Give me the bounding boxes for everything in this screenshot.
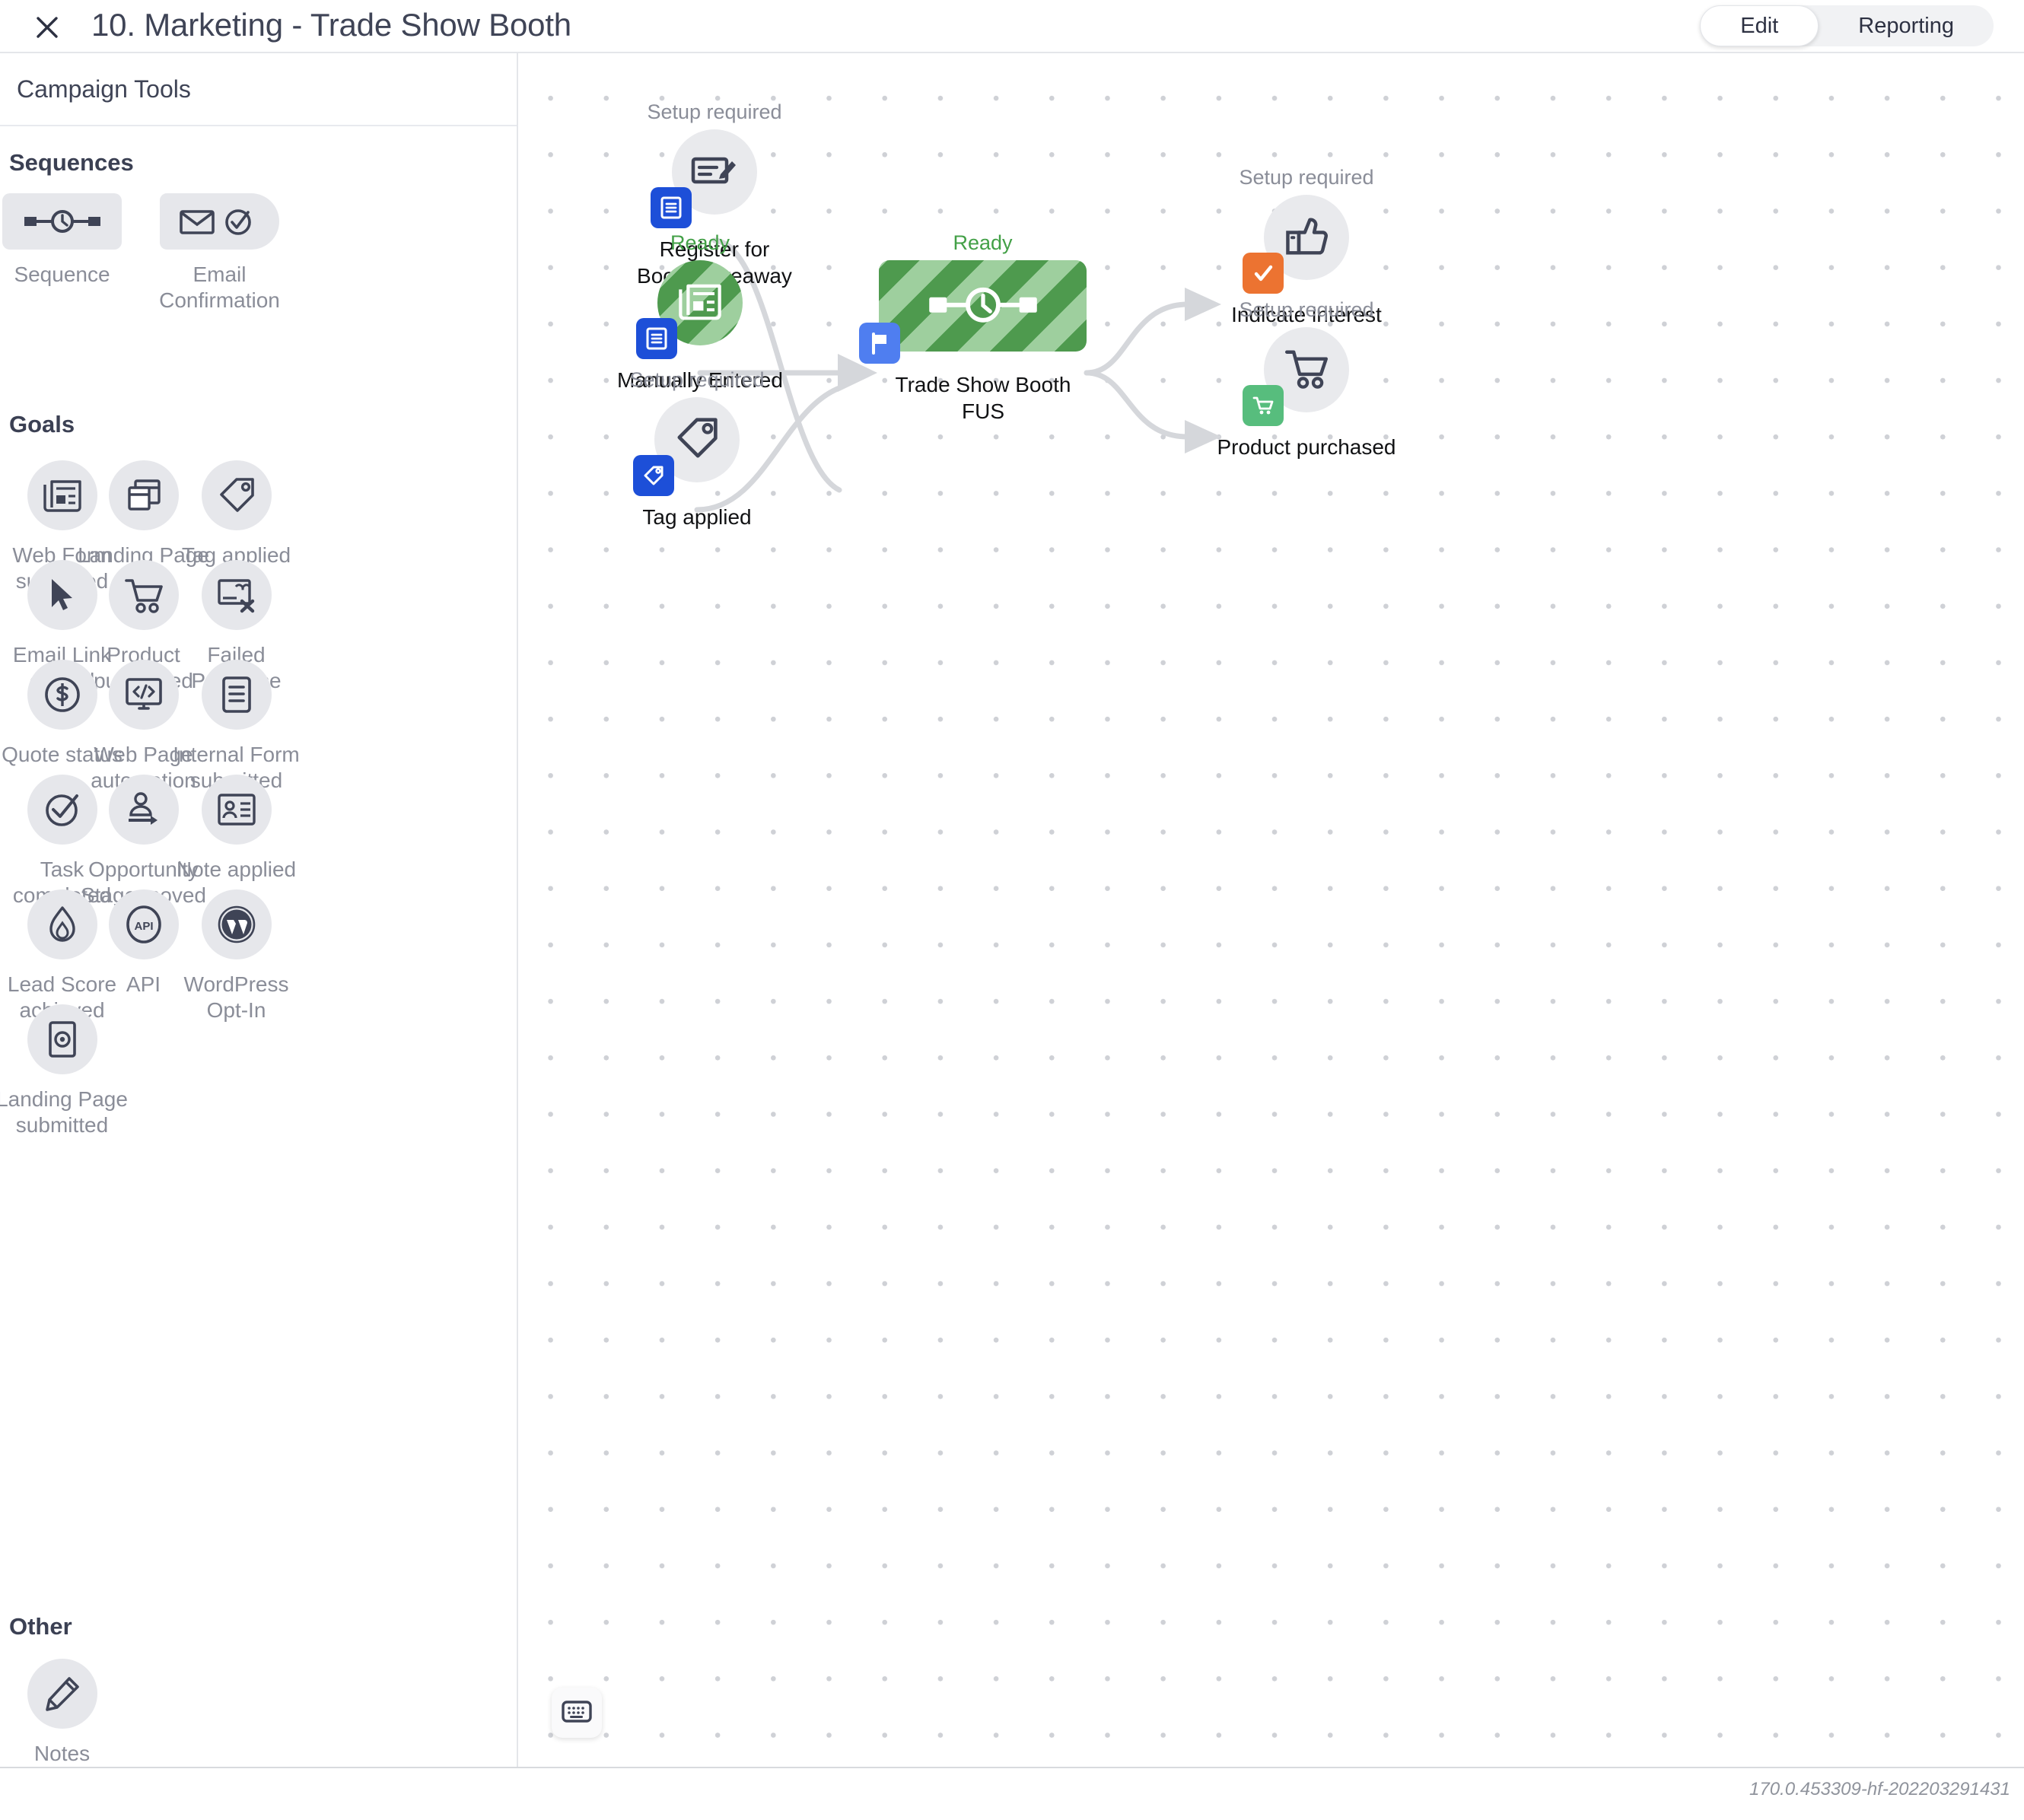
view-mode-toggle: Edit Reporting: [1700, 5, 1994, 46]
node-status: Ready: [953, 231, 1013, 254]
node-register-booth-giveaway[interactable]: Setup required Register for Booth Giveaw…: [629, 100, 800, 288]
sidebar-title-bar: Campaign Tools: [0, 53, 517, 126]
campaign-canvas[interactable]: Setup required Register for Booth Giveaw…: [520, 53, 2024, 1767]
node-shape[interactable]: [633, 397, 740, 496]
node-product-purchased[interactable]: Setup required Product purchased: [1217, 298, 1395, 459]
check-badge-icon: [1243, 253, 1284, 294]
tool-label: Sequence: [14, 262, 110, 286]
close-button[interactable]: [30, 11, 64, 44]
tool-label: Email Confirmation: [159, 262, 280, 312]
tool-notes[interactable]: Notes: [0, 1659, 141, 1767]
node-shape[interactable]: [651, 129, 757, 228]
form-badge-icon: [651, 187, 692, 228]
close-icon: [32, 12, 62, 43]
tab-reporting[interactable]: Reporting: [1819, 5, 1994, 46]
tool-tag-applied[interactable]: Tag applied: [158, 460, 315, 568]
section-heading-other: Other: [9, 1613, 72, 1640]
web-form-icon: [678, 281, 722, 326]
flag-badge-icon: [859, 323, 900, 364]
tool-landing-page-submitted[interactable]: Landing Page submitted: [0, 1004, 141, 1138]
page-title: 10. Marketing - Trade Show Booth: [91, 7, 571, 43]
landing-page-submitted-icon: [27, 1004, 97, 1074]
node-trade-show-booth-fus[interactable]: Ready Trade Show Booth FUS: [859, 231, 1087, 423]
tool-label: Landing Page submitted: [0, 1087, 128, 1137]
email-confirmation-icon: [160, 193, 279, 250]
node-shape[interactable]: [1243, 327, 1349, 426]
sequence-timeline-icon: [922, 281, 1044, 332]
pencil-icon: [27, 1659, 97, 1729]
tool-email-confirmation[interactable]: Email Confirmation: [141, 193, 298, 313]
node-label: Trade Show Booth FUS: [895, 373, 1071, 423]
node-status: Setup required: [647, 100, 782, 123]
tool-label: WordPress Opt-In: [183, 972, 289, 1022]
app-header: 10. Marketing - Trade Show Booth Edit Re…: [0, 0, 2024, 52]
node-status: Ready: [670, 231, 730, 254]
tool-sequence[interactable]: Sequence: [0, 193, 141, 288]
tag-icon: [675, 416, 719, 464]
keyboard-shortcuts-button[interactable]: [552, 1688, 602, 1738]
section-heading-goals: Goals: [9, 411, 75, 438]
tool-label: Notes: [33, 1742, 91, 1765]
node-label: Tag applied: [642, 505, 752, 529]
node-shape[interactable]: [859, 260, 1087, 364]
section-heading-sequences: Sequences: [9, 149, 134, 176]
node-status: Setup required: [1239, 166, 1374, 189]
node-status: Setup required: [1239, 298, 1374, 321]
node-tag-applied[interactable]: Setup required Tag applied: [612, 368, 782, 529]
tab-edit[interactable]: Edit: [1700, 5, 1819, 46]
svg-text:API: API: [134, 920, 153, 933]
tool-note-applied[interactable]: Note applied: [158, 775, 315, 883]
node-label: Product purchased: [1217, 435, 1396, 459]
failed-purchase-icon: [201, 560, 272, 630]
version-label: 170.0.453309-hf-202203291431: [1749, 1779, 2010, 1799]
node-indicate-interest[interactable]: Setup required Indicate interest: [1221, 166, 1392, 326]
campaign-builder-app: 10. Marketing - Trade Show Booth Edit Re…: [0, 0, 2024, 1820]
campaign-tools-sidebar: Campaign Tools Sequences Sequence Email …: [0, 53, 518, 1820]
wordpress-icon: [201, 889, 272, 959]
tool-internal-form-submitted[interactable]: Internal Form submitted: [158, 660, 315, 794]
tool-label: Note applied: [176, 858, 297, 881]
sequence-timeline-icon: [2, 193, 122, 250]
app-footer: 170.0.453309-hf-202203291431: [0, 1767, 2024, 1820]
form-badge-icon: [636, 318, 677, 359]
sidebar-title: Campaign Tools: [17, 75, 191, 103]
thumbs-up-icon: [1284, 215, 1329, 261]
node-manually-entered[interactable]: Ready Manually Entered: [615, 231, 785, 392]
contact-card-icon: [201, 775, 272, 845]
internal-form-icon: [691, 153, 738, 192]
node-shape[interactable]: [636, 260, 743, 359]
tool-wordpress-opt-in[interactable]: WordPress Opt-In: [158, 889, 315, 1023]
node-status: Setup required: [629, 368, 765, 391]
cart-badge-icon: [1243, 385, 1284, 426]
tag-badge-icon: [633, 455, 674, 496]
node-shape[interactable]: [1243, 195, 1349, 294]
tag-icon: [201, 460, 272, 530]
keyboard-icon: [562, 1699, 592, 1727]
document-lines-icon: [201, 660, 272, 730]
shopping-cart-icon: [1284, 347, 1329, 393]
